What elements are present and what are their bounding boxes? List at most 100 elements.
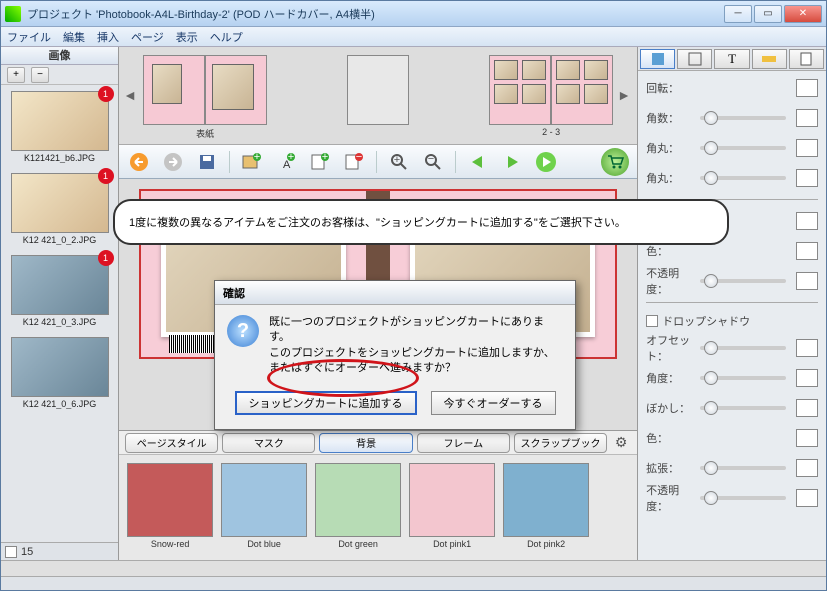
- images-panel-tools: + −: [1, 65, 118, 85]
- swatch-label: Dot pink1: [433, 539, 471, 549]
- spread-2-3[interactable]: 2 - 3: [489, 55, 613, 137]
- swatch-item[interactable]: Dot pink2: [503, 463, 589, 552]
- shopping-cart-button[interactable]: [601, 148, 629, 176]
- value-box[interactable]: [796, 459, 818, 477]
- dialog-line1: 既に一つのプロジェクトがショッピングカートにあります。: [269, 315, 563, 346]
- value-box[interactable]: [796, 369, 818, 387]
- slider[interactable]: [700, 116, 786, 120]
- value-box[interactable]: [796, 272, 818, 290]
- add-to-cart-button[interactable]: ショッピングカートに追加する: [235, 391, 417, 415]
- slider[interactable]: [700, 146, 786, 150]
- delete-page-button[interactable]: −: [342, 150, 366, 174]
- next-page-button[interactable]: [500, 150, 524, 174]
- zoom-out-button[interactable]: −: [421, 150, 445, 174]
- value-box[interactable]: [796, 139, 818, 157]
- dropshadow-checkbox[interactable]: ドロップシャドウ: [646, 313, 818, 329]
- page-strip: ◄ 表紙: [119, 47, 637, 145]
- swatch-preview: [127, 463, 213, 537]
- swatch-item[interactable]: Dot blue: [221, 463, 307, 552]
- value-box[interactable]: [796, 212, 818, 230]
- add-page-button[interactable]: +: [308, 150, 332, 174]
- swatch-item[interactable]: Snow-red: [127, 463, 213, 552]
- slider[interactable]: [700, 496, 786, 500]
- tab-color-icon[interactable]: [752, 49, 787, 69]
- menu-help[interactable]: ヘルプ: [210, 29, 243, 45]
- slider[interactable]: [700, 466, 786, 470]
- tab-background[interactable]: 背景: [319, 433, 412, 453]
- slider[interactable]: [700, 376, 786, 380]
- value-box[interactable]: [796, 489, 818, 507]
- slider[interactable]: [700, 176, 786, 180]
- list-item[interactable]: 1 K121421_b6.JPG: [5, 91, 114, 163]
- svg-text:+: +: [254, 153, 260, 163]
- page-thumb: [551, 55, 613, 125]
- zoom-in-button[interactable]: +: [387, 150, 411, 174]
- menu-insert[interactable]: 挿入: [97, 29, 119, 45]
- tab-frame[interactable]: フレーム: [417, 433, 510, 453]
- value-box[interactable]: [796, 79, 818, 97]
- add-image-button[interactable]: +: [240, 150, 264, 174]
- menu-file[interactable]: ファイル: [7, 29, 51, 45]
- tab-page-style[interactable]: ページスタイル: [125, 433, 218, 453]
- list-item[interactable]: 1 K12 421_0_3.JPG: [5, 255, 114, 327]
- tab-scrapbook[interactable]: スクラップブック: [514, 433, 607, 453]
- tab-border-icon[interactable]: [677, 49, 712, 69]
- list-item[interactable]: K12 421_0_6.JPG: [5, 337, 114, 409]
- swatch-label: Dot blue: [247, 539, 281, 549]
- tab-mask[interactable]: マスク: [222, 433, 315, 453]
- dialog-text: 既に一つのプロジェクトがショッピングカートにあります。 このプロジェクトをショッ…: [269, 315, 563, 377]
- add-text-button[interactable]: A+: [274, 150, 298, 174]
- close-button[interactable]: ✕: [784, 5, 822, 23]
- svg-text:+: +: [394, 154, 400, 166]
- page-thumb: [489, 55, 551, 125]
- slider[interactable]: [700, 279, 786, 283]
- play-preview-button[interactable]: [534, 150, 558, 174]
- thumbnail-filename: K12 421_0_2.JPG: [23, 235, 97, 245]
- svg-text:+: +: [322, 153, 328, 163]
- thumbnail-image: [11, 337, 109, 397]
- maximize-button[interactable]: ▭: [754, 5, 782, 23]
- remove-image-button[interactable]: −: [31, 67, 49, 83]
- settings-icon[interactable]: ⚙: [611, 433, 631, 453]
- menu-view[interactable]: 表示: [176, 29, 198, 45]
- spread-cover[interactable]: 表紙: [143, 55, 267, 140]
- tab-shape-icon[interactable]: [640, 49, 675, 69]
- statusbar: [1, 576, 826, 590]
- minimize-button[interactable]: ─: [724, 5, 752, 23]
- usage-badge: 1: [98, 86, 114, 102]
- strip-prev-button[interactable]: ◄: [123, 87, 139, 103]
- dialog-body: ? 既に一つのプロジェクトがショッピングカートにあります。 このプロジェクトをシ…: [215, 305, 575, 391]
- add-image-button[interactable]: +: [7, 67, 25, 83]
- dialog-line2: このプロジェクトをショッピングカートに追加しますか、またはすぐにオーダーへ進みま…: [269, 346, 563, 377]
- swatch-row: Snow-red Dot blue Dot green Dot pink1 Do…: [119, 455, 637, 560]
- grid-view-icon[interactable]: [5, 546, 17, 558]
- order-now-button[interactable]: 今すぐオーダーする: [431, 391, 556, 415]
- app-window: プロジェクト 'Photobook-A4L-Birthday-2' (POD ハ…: [0, 0, 827, 591]
- slider[interactable]: [700, 346, 786, 350]
- prev-page-button[interactable]: [466, 150, 490, 174]
- usage-badge: 1: [98, 250, 114, 266]
- value-box[interactable]: [796, 399, 818, 417]
- menu-edit[interactable]: 編集: [63, 29, 85, 45]
- menu-page[interactable]: ページ: [131, 29, 164, 45]
- color-well[interactable]: [796, 242, 818, 260]
- swatch-item[interactable]: Dot green: [315, 463, 401, 552]
- dialog-title: 確認: [215, 281, 575, 305]
- color-well[interactable]: [796, 429, 818, 447]
- save-button[interactable]: [195, 150, 219, 174]
- value-box[interactable]: [796, 109, 818, 127]
- spread-blank[interactable]: [347, 55, 409, 127]
- redo-button[interactable]: [161, 150, 185, 174]
- undo-button[interactable]: [127, 150, 151, 174]
- list-item[interactable]: 1 K12 421_0_2.JPG: [5, 173, 114, 245]
- tab-text-icon[interactable]: T: [714, 49, 749, 69]
- slider[interactable]: [700, 406, 786, 410]
- tab-page-icon[interactable]: [789, 49, 824, 69]
- value-box[interactable]: [796, 339, 818, 357]
- properties-tabs: T: [638, 47, 826, 71]
- horizontal-scrollbar[interactable]: [1, 560, 826, 576]
- swatch-item[interactable]: Dot pink1: [409, 463, 495, 552]
- prop-opacity: 不透明度：: [646, 270, 818, 292]
- strip-next-button[interactable]: ►: [617, 87, 633, 103]
- value-box[interactable]: [796, 169, 818, 187]
